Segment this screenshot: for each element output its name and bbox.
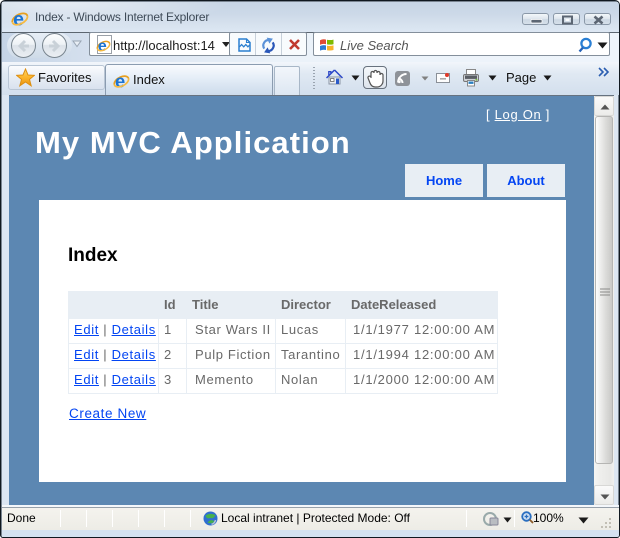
- svg-text:e: e: [98, 38, 107, 55]
